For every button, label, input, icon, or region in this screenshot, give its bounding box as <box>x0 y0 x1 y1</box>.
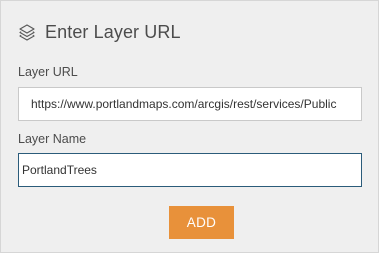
add-button[interactable]: ADD <box>169 206 234 239</box>
layer-url-input[interactable] <box>18 87 362 121</box>
layer-name-input[interactable] <box>18 153 362 187</box>
layers-icon <box>18 23 36 41</box>
panel-header: Enter Layer URL <box>18 19 181 45</box>
add-layer-panel: Enter Layer URL Layer URL Layer Name ADD <box>0 0 379 253</box>
panel-title: Enter Layer URL <box>45 21 181 42</box>
layer-url-label: Layer URL <box>18 65 78 79</box>
layer-name-label: Layer Name <box>18 132 87 146</box>
